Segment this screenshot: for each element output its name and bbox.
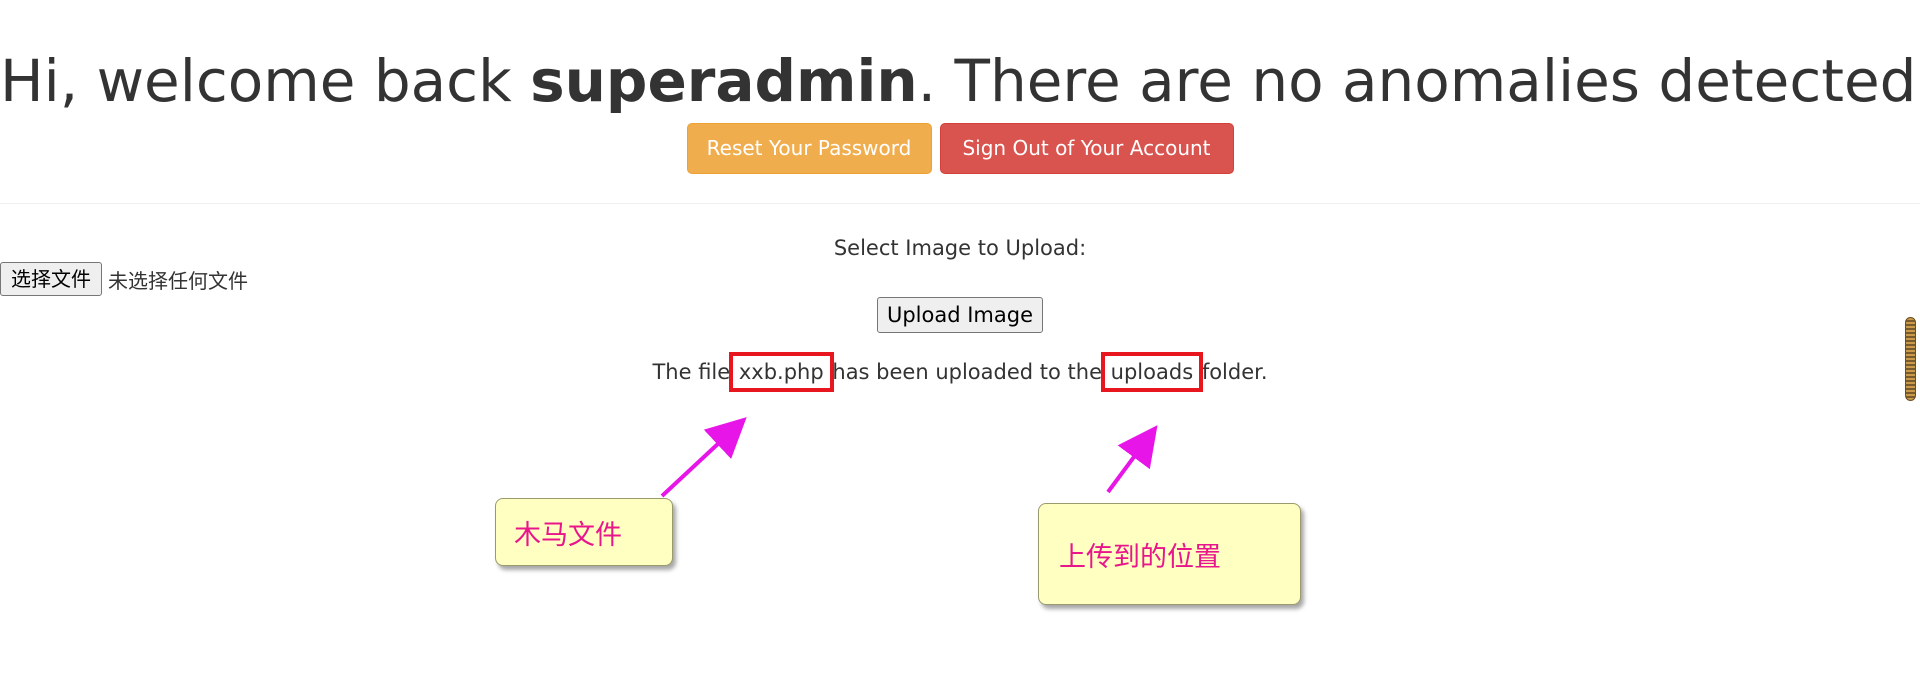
result-suffix: folder. (1195, 360, 1268, 384)
file-input: 选择文件 未选择任何文件 (0, 262, 248, 296)
welcome-username: superadmin (530, 47, 918, 115)
upload-folder-name: uploads (1100, 352, 1204, 392)
upload-submit-row: Upload Image (0, 297, 1920, 333)
choose-file-button[interactable]: 选择文件 (0, 262, 102, 296)
section-divider (0, 203, 1920, 204)
arrow-to-folder (1106, 425, 1158, 494)
upload-image-button[interactable]: Upload Image (877, 297, 1043, 333)
uploaded-filename: xxb.php (728, 352, 834, 392)
account-actions: Reset Your Password Sign Out of Your Acc… (0, 123, 1920, 174)
callout-trojan-file: 木马文件 (495, 498, 673, 566)
welcome-prefix: Hi, welcome back (0, 47, 531, 115)
reset-password-button[interactable]: Reset Your Password (686, 123, 932, 174)
upload-result-message: The file xxb.php has been uploaded to th… (0, 352, 1920, 392)
sign-out-button[interactable]: Sign Out of Your Account (939, 123, 1234, 174)
welcome-heading: Hi, welcome back superadmin. There are n… (0, 42, 1920, 120)
welcome-suffix: . There are no anomalies detected. (917, 47, 1920, 115)
file-status-text: 未选择任何文件 (108, 268, 248, 293)
scrollbar-thumb[interactable] (1905, 317, 1916, 401)
result-middle: has been uploaded to the (825, 360, 1109, 384)
callout-upload-location: 上传到的位置 (1038, 503, 1301, 605)
page: Hi, welcome back superadmin. There are n… (0, 0, 1920, 676)
result-prefix: The file (652, 360, 737, 384)
arrow-to-filename (660, 417, 747, 498)
upload-label: Select Image to Upload: (833, 236, 1087, 260)
